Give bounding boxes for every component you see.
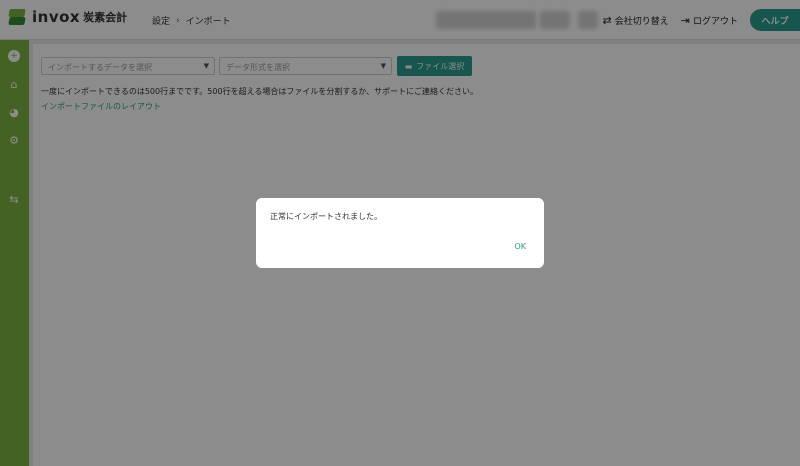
ok-button[interactable]: OK [514,242,526,251]
dialog-message: 正常にインポートされました。 [270,212,382,221]
import-success-dialog: 正常にインポートされました。 OK [256,198,544,268]
